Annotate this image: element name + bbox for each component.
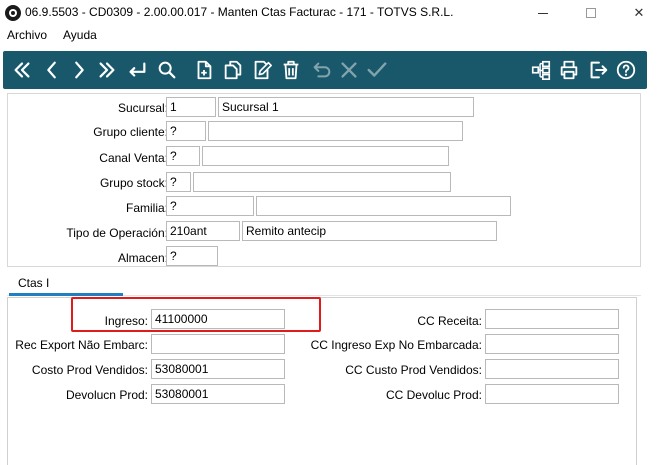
exit-icon [590,61,608,79]
next-record-button[interactable] [66,57,92,83]
delete-icon [283,60,299,80]
cancel-icon [341,62,357,78]
print-icon [560,60,578,80]
save-icon [367,62,387,77]
delete-button[interactable] [278,57,304,83]
cc-devoluc-prod-label: CC Devoluc Prod: [385,388,482,402]
last-record-button[interactable] [94,57,120,83]
print-button[interactable] [556,57,582,83]
cc-ingreso-exp-label: CC Ingreso Exp No Embarcada: [310,338,482,352]
toolbar [3,51,647,89]
maximize-icon [586,8,596,18]
tab-strip: Ctas I [7,270,641,296]
goto-icon [129,62,146,77]
canal-venta-code-field[interactable]: ? [166,146,200,166]
copy-icon [224,60,242,80]
cc-custo-prod-field[interactable] [485,359,619,379]
copy-button[interactable] [220,57,246,83]
exit-button[interactable] [585,57,611,83]
cc-devoluc-prod-field[interactable] [485,384,619,404]
ctas-detail-panel: Ingreso: 41100000 Rec Export Não Embarc:… [7,297,637,465]
menu-ayuda[interactable]: Ayuda [63,28,97,42]
sucursal-code-field[interactable]: 1 [166,97,216,117]
devolucn-prod-label: Devolucn Prod: [65,388,148,402]
last-record-icon [99,62,115,78]
cc-custo-prod-label: CC Custo Prod Vendidos: [345,363,482,377]
costo-prod-label: Costo Prod Vendidos: [31,363,148,377]
help-button[interactable] [613,57,639,83]
familia-description-field [256,196,511,216]
edit-button[interactable] [249,57,275,83]
grupo-cliente-code-field[interactable]: ? [166,121,206,141]
close-icon: ✕ [633,5,645,20]
help-icon [616,60,636,80]
tab-ctas-i[interactable]: Ctas I [9,270,123,296]
grupo-stock-code-field[interactable]: ? [166,172,191,192]
almacen-code-field[interactable]: ? [166,246,218,266]
ingreso-field[interactable]: 41100000 [151,309,285,329]
grupo-cliente-description-field [208,121,463,141]
close-button[interactable]: ✕ [616,0,662,26]
costo-prod-field[interactable]: 53080001 [151,359,285,379]
canal-venta-description-field [202,146,449,166]
ingreso-label: Ingreso: [104,314,148,328]
minimize-button[interactable] [520,0,566,26]
sucursal-label: Sucursal: [117,101,168,115]
tipo-operacion-label: Tipo de Operación: [66,226,168,240]
first-record-icon [14,62,30,78]
header-panel: Sucursal: 1 Sucursal 1 Grupo cliente: ? … [7,93,641,267]
cc-receita-field[interactable] [485,309,619,329]
title-bar: 06.9.5503 - CD0309 - 2.00.00.017 - Mante… [0,0,663,26]
search-icon [158,61,176,79]
cc-receita-label: CC Receita: [417,314,482,328]
almacen-label: Almacen: [117,251,168,265]
edit-icon [254,60,272,80]
rec-export-field[interactable] [151,334,285,354]
save-button[interactable] [364,57,390,83]
rec-export-label: Rec Export Não Embarc: [15,338,148,352]
minimize-icon [538,12,548,14]
grupo-cliente-label: Grupo cliente: [93,125,168,139]
new-icon [197,60,212,80]
menu-bar: Archivo Ayuda [0,26,663,46]
maximize-button[interactable] [568,0,614,26]
tipo-operacion-description-field: Remito antecip [242,221,497,241]
undo-button[interactable] [309,57,335,83]
goto-button[interactable] [124,57,150,83]
familia-label: Familia: [125,201,168,215]
previous-record-icon [47,61,56,79]
familia-code-field[interactable]: ? [166,196,254,216]
grupo-stock-label: Grupo stock: [99,176,168,190]
tree-icon [531,60,551,80]
tipo-operacion-code-field[interactable]: 210ant [166,221,240,241]
devolucn-prod-field[interactable]: 53080001 [151,384,285,404]
sucursal-description-field: Sucursal 1 [218,97,474,117]
previous-record-button[interactable] [39,57,65,83]
grupo-stock-description-field [193,172,451,192]
window-title: 06.9.5503 - CD0309 - 2.00.00.017 - Mante… [25,5,454,19]
tree-button[interactable] [528,57,554,83]
app-logo-icon [5,5,21,21]
cancel-button[interactable] [336,57,362,83]
first-record-button[interactable] [9,57,35,83]
menu-archivo[interactable]: Archivo [7,28,47,42]
next-record-icon [75,61,84,79]
search-button[interactable] [154,57,180,83]
undo-icon [313,62,331,78]
canal-venta-label: Canal Venta: [99,151,168,165]
new-button[interactable] [191,57,217,83]
cc-ingreso-exp-field[interactable] [485,334,619,354]
